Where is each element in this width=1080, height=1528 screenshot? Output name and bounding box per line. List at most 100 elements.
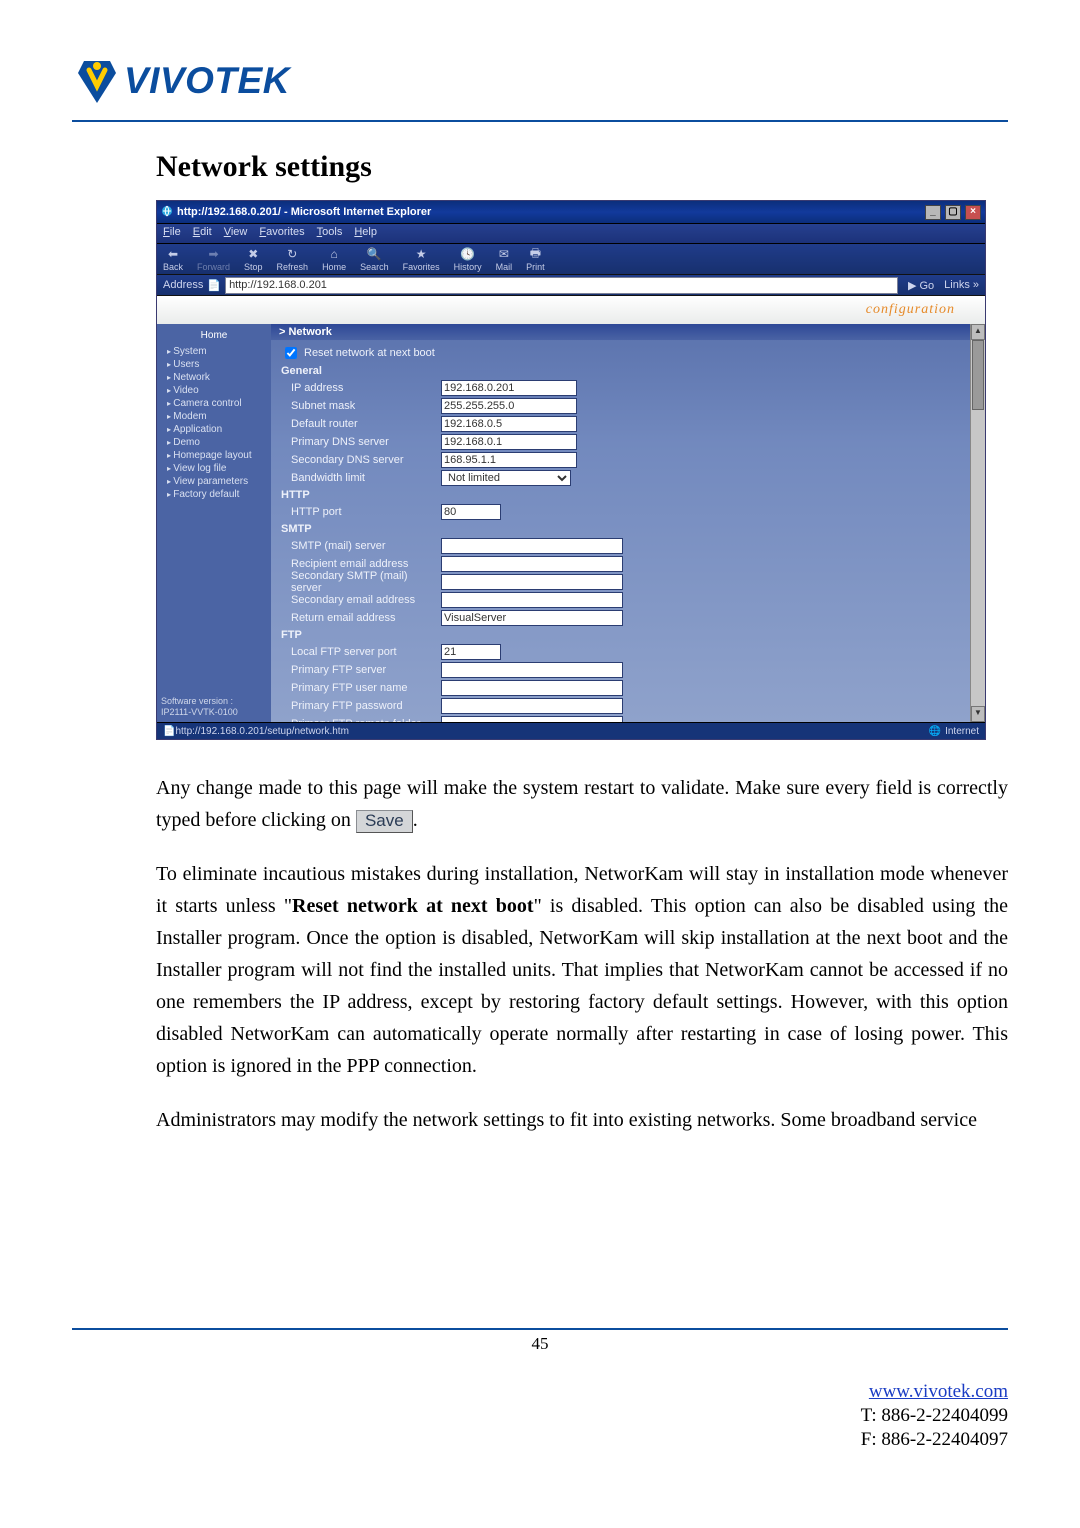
vertical-scrollbar[interactable]: ▲ ▼ <box>970 324 985 722</box>
mail-button[interactable]: ✉Mail <box>496 246 513 272</box>
ftp-user-label: Primary FTP user name <box>281 682 441 694</box>
menu-edit[interactable]: Edit <box>193 226 212 241</box>
ftp-folder-input[interactable] <box>441 716 623 722</box>
http-port-input[interactable] <box>441 504 501 520</box>
footer: www.vivotek.com T: 886-2-22404099 F: 886… <box>861 1380 1008 1451</box>
ftp-user-input[interactable] <box>441 680 623 696</box>
dns1-label: Primary DNS server <box>281 436 441 448</box>
panel-heading: > Network <box>271 324 985 340</box>
nav-homepage-layout[interactable]: Homepage layout <box>161 449 267 462</box>
scroll-thumb[interactable] <box>972 340 984 410</box>
back-button[interactable]: ⬅Back <box>163 246 183 272</box>
ip-label: IP address <box>281 382 441 394</box>
menu-file[interactable]: File <box>163 226 181 241</box>
logo-mark-icon <box>72 56 122 106</box>
return-email-label: Return email address <box>281 612 441 624</box>
paragraph-2: To eliminate incautious mistakes during … <box>156 858 1008 1082</box>
section-http: HTTP <box>281 489 975 501</box>
mail-icon: ✉ <box>496 246 512 262</box>
footer-fax: F: 886-2-22404097 <box>861 1429 1008 1450</box>
menu-view[interactable]: View <box>224 226 248 241</box>
bandwidth-select[interactable]: Not limited <box>441 470 571 486</box>
forward-icon: ➡ <box>206 246 222 262</box>
recipient2-label: Secondary email address <box>281 594 441 606</box>
scroll-up-icon[interactable]: ▲ <box>971 324 985 340</box>
brand-logo: VIVOTEK <box>72 56 1008 106</box>
ip-input[interactable] <box>441 380 577 396</box>
reset-network-checkbox[interactable] <box>285 347 297 359</box>
smtp2-server-input[interactable] <box>441 574 623 590</box>
recipient-input[interactable] <box>441 556 623 572</box>
page-icon: 📄 <box>207 279 221 292</box>
toolbar: ⬅Back ➡Forward ✖Stop ↻Refresh ⌂Home 🔍Sea… <box>157 244 985 275</box>
search-button[interactable]: 🔍Search <box>360 246 389 272</box>
zone-indicator: 🌐 Internet <box>929 726 979 737</box>
history-button[interactable]: 🕓History <box>454 246 482 272</box>
page-icon: 📄 <box>163 726 175 737</box>
forward-button: ➡Forward <box>197 246 230 272</box>
router-input[interactable] <box>441 416 577 432</box>
window-title: http://192.168.0.201/ - Microsoft Intern… <box>177 206 924 218</box>
scroll-down-icon[interactable]: ▼ <box>971 706 985 722</box>
brand-name: VIVOTEK <box>124 60 290 102</box>
titlebar: http://192.168.0.201/ - Microsoft Intern… <box>157 201 985 223</box>
sidebar: Home System Users Network Video Camera c… <box>157 324 271 722</box>
ftp-port-input[interactable] <box>441 644 501 660</box>
paragraph-1: Any change made to this page will make t… <box>156 772 1008 836</box>
recipient-label: Recipient email address <box>281 558 441 570</box>
refresh-button[interactable]: ↻Refresh <box>277 246 309 272</box>
page-title: Network settings <box>156 150 1008 184</box>
software-version-label: Software version : <box>161 696 267 707</box>
ftp-pass-label: Primary FTP password <box>281 700 441 712</box>
address-input[interactable] <box>225 277 898 294</box>
stop-icon: ✖ <box>245 246 261 262</box>
nav-view-params[interactable]: View parameters <box>161 475 267 488</box>
nav-modem[interactable]: Modem <box>161 410 267 423</box>
favorites-button[interactable]: ★Favorites <box>403 246 440 272</box>
nav-view-log[interactable]: View log file <box>161 462 267 475</box>
save-button[interactable]: Save <box>356 810 413 833</box>
home-icon: ⌂ <box>326 246 342 262</box>
http-port-label: HTTP port <box>281 506 441 518</box>
dns1-input[interactable] <box>441 434 577 450</box>
nav-system[interactable]: System <box>161 345 267 358</box>
print-button[interactable]: 🖶Print <box>526 246 545 272</box>
go-button[interactable]: ▶ Go <box>908 279 934 292</box>
nav-users[interactable]: Users <box>161 358 267 371</box>
nav-home[interactable]: Home <box>161 330 267 345</box>
return-email-input[interactable] <box>441 610 623 626</box>
nav-application[interactable]: Application <box>161 423 267 436</box>
links-button[interactable]: Links » <box>944 279 979 291</box>
nav-video[interactable]: Video <box>161 384 267 397</box>
menu-help[interactable]: Help <box>354 226 377 241</box>
nav-demo[interactable]: Demo <box>161 436 267 449</box>
dns2-input[interactable] <box>441 452 577 468</box>
smtp2-server-label: Secondary SMTP (mail) server <box>281 570 441 594</box>
paragraph-3: Administrators may modify the network se… <box>156 1104 1008 1136</box>
menu-favorites[interactable]: Favorites <box>259 226 304 241</box>
minimize-button[interactable]: _ <box>925 205 941 220</box>
stop-button[interactable]: ✖Stop <box>244 246 263 272</box>
nav-camera-control[interactable]: Camera control <box>161 397 267 410</box>
subnet-label: Subnet mask <box>281 400 441 412</box>
footer-link[interactable]: www.vivotek.com <box>869 1381 1008 1402</box>
close-button[interactable]: × <box>965 205 981 220</box>
bandwidth-label: Bandwidth limit <box>281 472 441 484</box>
home-button[interactable]: ⌂Home <box>322 246 346 272</box>
screenshot-ie-window: http://192.168.0.201/ - Microsoft Intern… <box>156 200 986 740</box>
address-bar: Address 📄 ▶ Go Links » <box>157 275 985 296</box>
reset-network-label: Reset network at next boot <box>304 347 435 359</box>
ftp-pass-input[interactable] <box>441 698 623 714</box>
ie-icon <box>161 205 173 220</box>
status-bar: 📄 http://192.168.0.201/setup/network.htm… <box>157 722 985 739</box>
nav-network[interactable]: Network <box>161 371 267 384</box>
search-icon: 🔍 <box>366 246 382 262</box>
menu-tools[interactable]: Tools <box>317 226 343 241</box>
smtp-server-input[interactable] <box>441 538 623 554</box>
recipient2-input[interactable] <box>441 592 623 608</box>
ftp-server-input[interactable] <box>441 662 623 678</box>
ftp-port-label: Local FTP server port <box>281 646 441 658</box>
maximize-button[interactable]: ▢ <box>945 205 961 220</box>
subnet-input[interactable] <box>441 398 577 414</box>
nav-factory-default[interactable]: Factory default <box>161 488 267 501</box>
